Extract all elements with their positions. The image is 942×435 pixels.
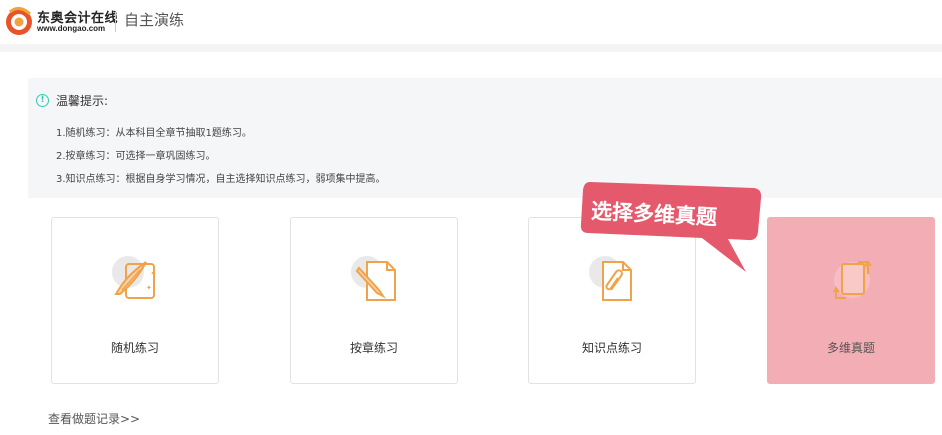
header-divider — [115, 12, 116, 32]
page-title: 自主演练 — [124, 11, 185, 29]
callout-bubble: 选择多维真题 — [578, 178, 762, 276]
card-label-multi-exam: 多维真题 — [826, 341, 875, 355]
card-label-knowledge: 知识点练习 — [581, 341, 642, 355]
logo-text-en: www.dongao.com — [37, 24, 106, 33]
rotate-document-icon — [833, 260, 872, 299]
card-chapter-practice[interactable]: 按章练习 — [290, 217, 458, 384]
top-header: 东奥会计在线 www.dongao.com 自主演练 — [0, 0, 942, 44]
card-multi-exam[interactable]: 多维真题 — [767, 217, 935, 384]
card-label-random: 随机练习 — [110, 341, 159, 355]
tip-line-1: 1.随机练习：从本科目全章节抽取1题练习。 — [56, 128, 252, 139]
svg-text:✦: ✦ — [150, 269, 157, 278]
svg-text:✦: ✦ — [146, 284, 152, 292]
tip-line-3: 3.知识点练习：根据自身学习情况，自主选择知识点练习，弱项集中提高。 — [56, 174, 386, 185]
view-history-link[interactable]: 查看做题记录>> — [48, 410, 140, 427]
dongao-logo-icon — [6, 7, 32, 35]
quill-scroll-icon: ✦ ✦ — [112, 256, 157, 299]
tips-title: 温馨提示: — [56, 94, 109, 108]
main-panel: ! 温馨提示: 1.随机练习：从本科目全章节抽取1题练习。 2.按章练习：可选择… — [0, 52, 942, 435]
pencil-document-icon — [351, 256, 396, 301]
tips-box: ! 温馨提示: 1.随机练习：从本科目全章节抽取1题练习。 2.按章练习：可选择… — [28, 78, 942, 198]
dongao-logo[interactable]: 东奥会计在线 www.dongao.com — [4, 6, 118, 38]
card-random-practice[interactable]: ✦ ✦ 随机练习 — [51, 217, 219, 384]
tip-line-2: 2.按章练习：可选择一章巩固练习。 — [56, 151, 216, 162]
info-icon: ! — [36, 94, 49, 107]
card-label-chapter: 按章练习 — [349, 341, 398, 355]
